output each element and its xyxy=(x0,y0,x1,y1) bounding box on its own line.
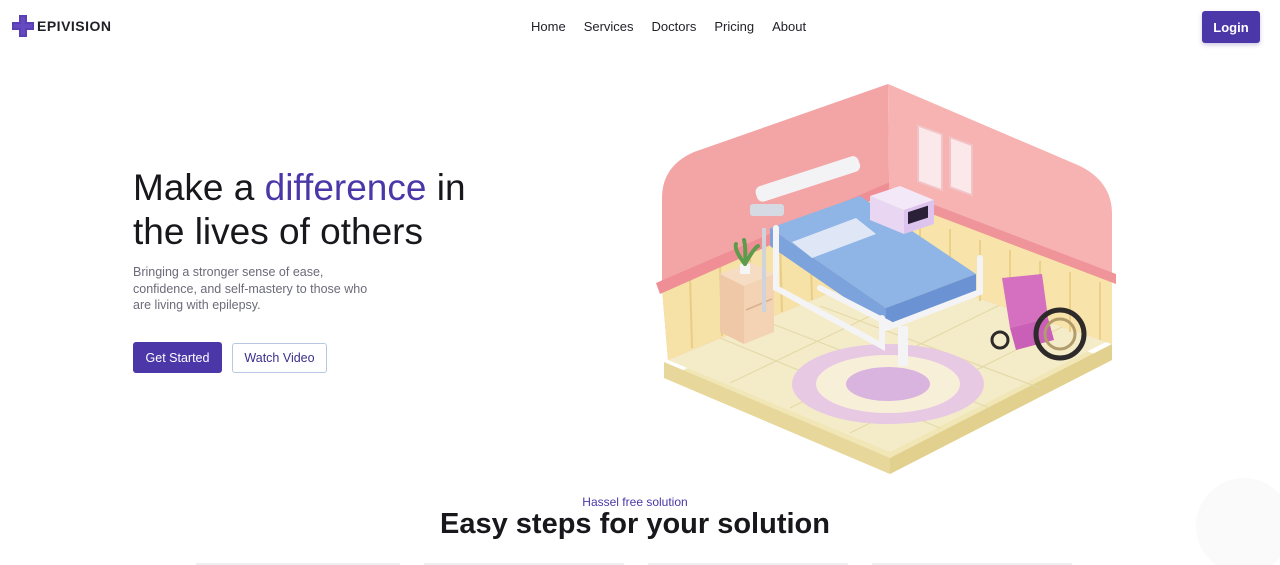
section-title: Easy steps for your solution xyxy=(440,508,830,540)
main-nav: Home Services Doctors Pricing About xyxy=(531,19,806,34)
hero-title-accent: difference xyxy=(264,167,427,208)
hero-subtitle: Bringing a stronger sense of ease, confi… xyxy=(133,265,368,312)
brand-name: EPIVISION xyxy=(37,18,112,34)
floating-action-button[interactable] xyxy=(1196,478,1280,565)
landing-page: EPIVISION Home Services Doctors Pricing … xyxy=(0,0,1280,565)
nav-item-pricing[interactable]: Pricing xyxy=(714,19,754,34)
hero-title-start: Make a xyxy=(133,167,265,208)
watch-video-button[interactable]: Watch Video xyxy=(232,343,327,373)
section-eyebrow: Hassel free solution xyxy=(582,495,688,509)
nav-item-about[interactable]: About xyxy=(772,19,806,34)
medical-cross-icon xyxy=(12,15,34,37)
login-button[interactable]: Login xyxy=(1202,11,1260,43)
get-started-button[interactable]: Get Started xyxy=(133,342,222,373)
brand-logo[interactable]: EPIVISION xyxy=(11,14,112,38)
hospital-room-illustration xyxy=(656,84,1116,474)
nav-item-home[interactable]: Home xyxy=(531,19,566,34)
nav-item-services[interactable]: Services xyxy=(584,19,634,34)
hero-title: Make a difference in the lives of others xyxy=(133,166,513,254)
nav-item-doctors[interactable]: Doctors xyxy=(652,19,697,34)
